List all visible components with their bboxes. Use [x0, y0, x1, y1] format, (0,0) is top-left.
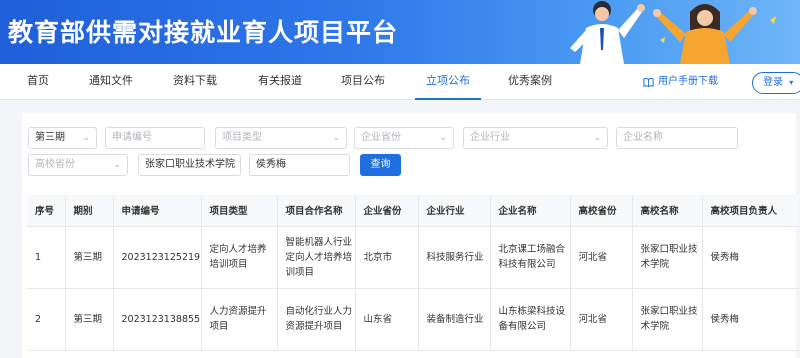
col-header-company-province: 企业省份	[355, 195, 419, 227]
book-icon	[643, 77, 654, 87]
cell-period: 第三期	[65, 226, 114, 289]
leader-input[interactable]: 侯秀梅	[249, 154, 350, 176]
table-row: 2 第三期 2023123138855 人力资源提升项目 自动化行业人力资源提升…	[27, 288, 799, 351]
chevron-down-icon: ⌄	[593, 133, 601, 143]
cell-company-province: 北京市	[355, 226, 419, 289]
header-banner: 教育部供需对接就业育人项目平台	[0, 0, 800, 64]
nav-project-publish[interactable]: 项目公布	[341, 64, 385, 100]
industry-select[interactable]: 企业行业 ⌄	[463, 127, 608, 149]
cell-industry: 装备制造行业	[418, 288, 491, 351]
results-table: 序号 期别 申请编号 项目类型 项目合作名称 企业省份 企业行业 企业名称 高校…	[27, 195, 799, 351]
table-row: 1 第三期 2023123125219 定向人才培养培训项目 智能机器人行业定向…	[27, 226, 799, 289]
col-header-index: 序号	[27, 195, 66, 227]
leader-value: 侯秀梅	[256, 159, 286, 170]
login-label: 登录	[763, 77, 783, 88]
nav-reports[interactable]: 有关报道	[258, 64, 302, 100]
application-no-input[interactable]: 申请编号	[105, 127, 205, 149]
cell-project-type: 定向人才培养培训项目	[201, 226, 278, 289]
col-header-leader: 高校项目负责人	[702, 195, 799, 227]
school-province-placeholder: 高校省份	[35, 159, 75, 170]
nav-notices[interactable]: 通知文件	[89, 64, 133, 100]
cell-school-name: 张家口职业技术学院	[632, 288, 703, 351]
chevron-down-icon: ⌄	[332, 133, 340, 143]
period-value: 第三期	[35, 132, 65, 143]
cell-project-type: 人力资源提升项目	[201, 288, 278, 351]
cell-school-province: 河北省	[570, 226, 633, 289]
cell-application-no: 2023123125219	[113, 226, 202, 289]
school-name-value: 张家口职业技术学院	[145, 159, 235, 170]
chevron-down-icon: ⌄	[439, 133, 447, 143]
table-header-row: 序号 期别 申请编号 项目类型 项目合作名称 企业省份 企业行业 企业名称 高校…	[27, 195, 799, 227]
query-button[interactable]: 查询	[360, 154, 401, 176]
cell-project-type-text: 人力资源提升项目	[209, 306, 267, 332]
nav-home[interactable]: 首页	[27, 64, 49, 100]
application-no-placeholder: 申请编号	[112, 132, 152, 143]
user-manual-download[interactable]: 用户手册下载	[643, 64, 718, 100]
user-manual-label: 用户手册下载	[658, 76, 718, 87]
cell-industry: 科技服务行业	[418, 226, 491, 289]
company-province-placeholder: 企业省份	[361, 132, 401, 143]
chevron-down-icon: ⌄	[82, 133, 90, 143]
cell-leader: 侯秀梅	[702, 288, 799, 351]
cell-school-province: 河北省	[570, 288, 633, 351]
col-header-project-name: 项目合作名称	[277, 195, 356, 227]
col-header-company-name: 企业名称	[490, 195, 571, 227]
col-header-project-type: 项目类型	[201, 195, 278, 227]
login-button[interactable]: 登录 ▾	[752, 72, 800, 94]
col-header-industry: 企业行业	[418, 195, 491, 227]
chevron-down-icon: ⌄	[113, 160, 121, 170]
cell-company-name: 北京课工场融合科技有限公司	[490, 226, 571, 289]
project-type-placeholder: 项目类型	[222, 132, 262, 143]
nav-excellent-cases[interactable]: 优秀案例	[508, 64, 552, 100]
banner-illustration	[570, 1, 776, 64]
cell-company-name-text: 北京课工场融合科技有限公司	[498, 244, 566, 270]
chevron-down-icon: ▾	[789, 78, 794, 87]
industry-placeholder: 企业行业	[470, 132, 510, 143]
col-header-period: 期别	[65, 195, 114, 227]
cell-project-name: 自动化行业人力资源提升项目	[277, 288, 356, 351]
cell-project-type-text: 定向人才培养培训项目	[209, 244, 267, 270]
cell-leader: 侯秀梅	[702, 226, 799, 289]
col-header-school-province: 高校省份	[570, 195, 633, 227]
cell-project-name-text: 自动化行业人力资源提升项目	[285, 306, 353, 332]
cell-school-name: 张家口职业技术学院	[632, 226, 703, 289]
school-province-select[interactable]: 高校省份 ⌄	[28, 154, 128, 176]
cell-company-province: 山东省	[355, 288, 419, 351]
main-nav: 首页 通知文件 资料下载 有关报道 项目公布 立项公布 优秀案例 用户手册下载 …	[0, 64, 800, 100]
school-name-input[interactable]: 张家口职业技术学院	[138, 154, 241, 176]
cell-project-name-text: 智能机器人行业定向人才培养培训项目	[285, 236, 353, 278]
cell-application-no: 2023123138855	[113, 288, 202, 351]
cell-period: 第三期	[65, 288, 114, 351]
cell-school-name-text: 张家口职业技术学院	[640, 306, 698, 332]
period-select[interactable]: 第三期 ⌄	[28, 127, 97, 149]
nav-approval-publish[interactable]: 立项公布	[415, 64, 481, 100]
cell-index: 2	[27, 288, 66, 351]
cell-index: 1	[27, 226, 66, 289]
col-header-application-no: 申请编号	[113, 195, 202, 227]
search-results-card: 第三期 ⌄ 申请编号 项目类型 ⌄ 企业省份 ⌄ 企业行业 ⌄ 企业名称 高校省…	[22, 113, 799, 358]
col-header-school-name: 高校名称	[632, 195, 703, 227]
cell-company-name: 山东栋梁科技设备有限公司	[490, 288, 571, 351]
cell-company-name-text: 山东栋梁科技设备有限公司	[498, 306, 566, 332]
site-title: 教育部供需对接就业育人项目平台	[8, 18, 399, 47]
company-name-placeholder: 企业名称	[623, 132, 663, 143]
company-province-select[interactable]: 企业省份 ⌄	[354, 127, 454, 149]
nav-downloads[interactable]: 资料下载	[173, 64, 217, 100]
project-type-select[interactable]: 项目类型 ⌄	[215, 127, 347, 149]
cell-project-name: 智能机器人行业定向人才培养培训项目	[277, 226, 356, 289]
cell-school-name-text: 张家口职业技术学院	[640, 244, 698, 270]
company-name-input[interactable]: 企业名称	[616, 127, 738, 149]
